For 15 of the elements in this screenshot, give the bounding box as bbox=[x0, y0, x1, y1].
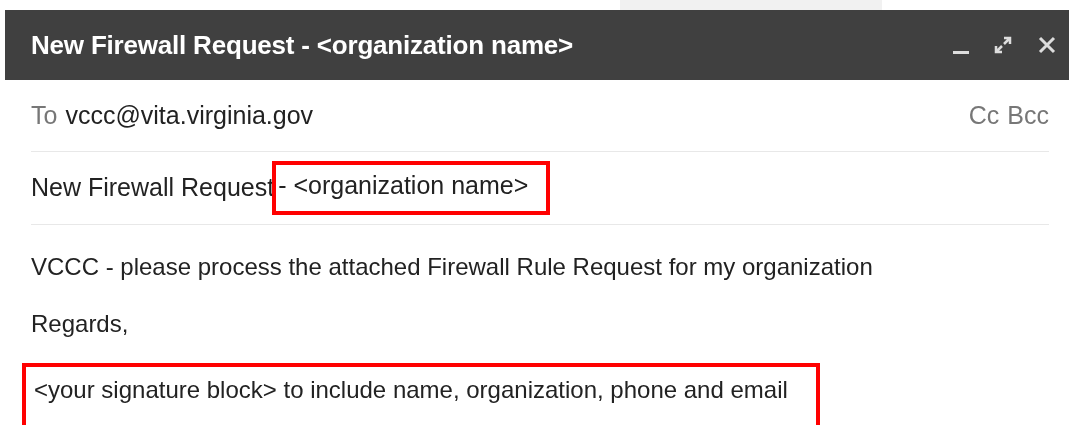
highlighted-body-line: <your signature block> to include name, organization, phone and email bbox=[22, 363, 820, 425]
subject-text: New Firewall Request bbox=[31, 172, 275, 204]
cc-link[interactable]: Cc bbox=[968, 96, 1000, 135]
close-button[interactable] bbox=[1037, 35, 1057, 55]
recipient-address: vccc@vita.virginia.gov bbox=[65, 99, 315, 131]
minimize-icon bbox=[953, 51, 969, 54]
to-label: To bbox=[31, 99, 58, 131]
body-line: VCCC - please process the attached Firewall Rule Request for my organization bbox=[31, 253, 873, 280]
close-icon bbox=[1037, 35, 1057, 55]
body-line: Regards, bbox=[31, 310, 129, 337]
expand-icon bbox=[993, 35, 1013, 55]
highlighted-subject-text: - <organization name> bbox=[272, 161, 551, 215]
window-title: New Firewall Request - <organization name> bbox=[31, 28, 575, 62]
bcc-link[interactable]: Bcc bbox=[1007, 96, 1049, 135]
maximize-button[interactable] bbox=[993, 35, 1013, 55]
